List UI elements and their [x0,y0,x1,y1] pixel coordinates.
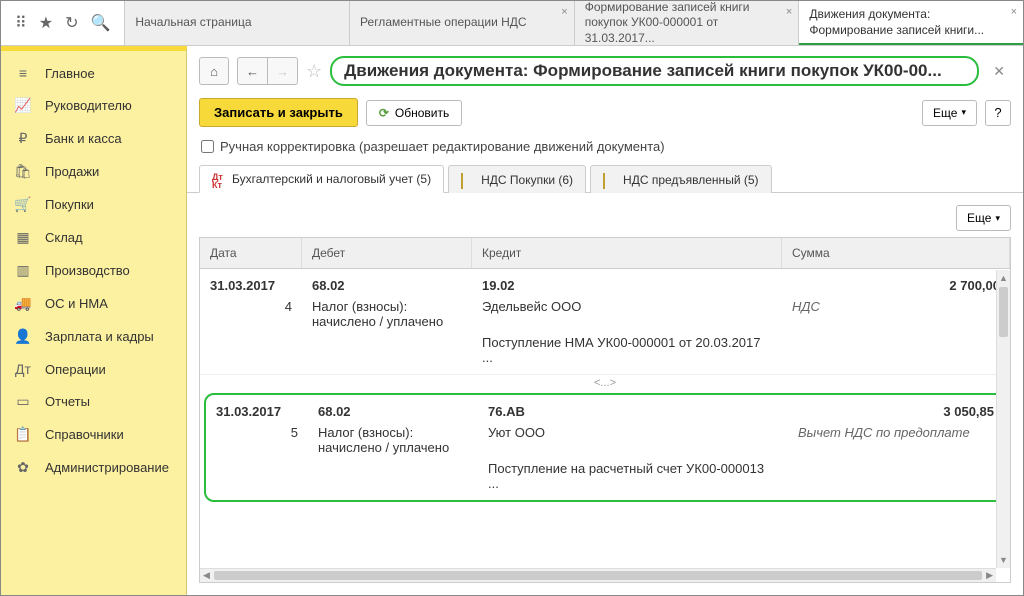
help-button[interactable]: ? [985,100,1011,126]
refresh-button[interactable]: ⟳Обновить [366,100,462,126]
sidebar-label: Главное [45,66,95,81]
apps-icon[interactable]: ⠿ [15,13,27,33]
search-icon[interactable]: 🔍 [90,13,110,33]
sidebar-label: Зарплата и кадры [45,329,154,344]
sidebar-label: Отчеты [45,394,90,409]
sidebar-item-5[interactable]: ▦ Склад [1,221,186,254]
dtkt-icon: ДтКт [212,173,226,185]
inner-tab-0[interactable]: ДтКтБухгалтерский и налоговый учет (5) [199,165,444,193]
sidebar-label: ОС и НМА [45,296,108,311]
col-header-debit[interactable]: Дебет [302,238,472,268]
chevron-down-icon: ▾ [961,107,966,118]
table-row[interactable]: 31.03.201768.0219.022 700,004Налог (взно… [200,269,1010,375]
horizontal-scrollbar[interactable]: ◀▶ [200,568,996,582]
top-tab-3[interactable]: Движения документа:Формирование записей … [798,1,1023,45]
sidebar-icon: 📋 [13,426,33,443]
sidebar-item-7[interactable]: 🚚 ОС и НМА [1,287,186,320]
sidebar-label: Администрирование [45,460,169,475]
sidebar-item-11[interactable]: 📋 Справочники [1,418,186,451]
sidebar-label: Справочники [45,427,124,442]
sidebar-item-6[interactable]: ▥ Производство [1,254,186,287]
sidebar-icon: 🛒 [13,196,33,213]
sidebar-icon: Дт [13,361,33,377]
top-tab-0[interactable]: Начальная страница [124,1,349,45]
manual-correction-checkbox[interactable] [201,140,214,153]
table-row[interactable]: 31.03.201768.0276.АВ3 050,855Налог (взно… [204,393,1006,502]
chevron-down-icon: ▾ [995,213,1000,224]
sidebar-label: Руководителю [45,98,132,113]
doc-icon [603,174,617,186]
more-button[interactable]: Еще▾ [922,100,977,126]
close-icon[interactable]: ✕ [987,63,1011,80]
col-header-sum[interactable]: Сумма [782,238,1010,268]
sidebar-item-12[interactable]: ✿ Администрирование [1,451,186,484]
sidebar-label: Склад [45,230,83,245]
back-button[interactable]: ← [237,57,268,85]
col-header-date[interactable]: Дата [200,238,302,268]
refresh-icon: ⟳ [379,106,389,120]
history-icon[interactable]: ↻ [65,13,78,33]
sidebar-label: Операции [45,362,106,377]
grid-more-button[interactable]: Еще▾ [956,205,1011,231]
sidebar-item-8[interactable]: 👤 Зарплата и кадры [1,320,186,353]
tab-close-icon[interactable]: × [561,5,567,19]
tab-close-icon[interactable]: × [786,5,792,19]
sidebar-item-1[interactable]: 📈 Руководителю [1,89,186,122]
sidebar-label: Банк и касса [45,131,122,146]
sidebar-icon: 📈 [13,97,33,114]
star-icon[interactable]: ★ [39,13,53,33]
sidebar-item-10[interactable]: ▭ Отчеты [1,385,186,418]
home-button[interactable]: ⌂ [199,57,229,85]
col-header-credit[interactable]: Кредит [472,238,782,268]
inner-tab-2[interactable]: НДС предъявленный (5) [590,165,771,193]
page-title: Движения документа: Формирование записей… [330,56,979,86]
inner-tab-1[interactable]: НДС Покупки (6) [448,165,586,193]
sidebar-label: Покупки [45,197,94,212]
save-close-button[interactable]: Записать и закрыть [199,98,358,127]
sidebar-icon: ≡ [13,65,33,81]
row-ellipsis: <...> [200,375,1010,391]
top-tab-2[interactable]: Формирование записей книгипокупок УК00-0… [574,1,799,45]
sidebar-item-9[interactable]: Дт Операции [1,353,186,385]
sidebar-item-3[interactable]: 🛍 Продажи [1,155,186,188]
sidebar-icon: ✿ [13,459,33,476]
sidebar-item-0[interactable]: ≡ Главное [1,57,186,89]
sidebar-icon: 👤 [13,328,33,345]
sidebar-icon: 🛍 [13,163,33,180]
sidebar-item-4[interactable]: 🛒 Покупки [1,188,186,221]
sidebar-icon: ▦ [13,229,33,246]
sidebar-icon: ▭ [13,393,33,410]
manual-correction-label: Ручная корректировка (разрешает редактир… [220,139,665,154]
sidebar-item-2[interactable]: ₽ Банк и касса [1,122,186,155]
tab-close-icon[interactable]: × [1011,5,1017,19]
sidebar-icon: ₽ [13,130,33,147]
doc-icon [461,174,475,186]
sidebar-icon: ▥ [13,262,33,279]
forward-button[interactable]: → [268,57,298,85]
sidebar-label: Производство [45,263,130,278]
sidebar-icon: 🚚 [13,295,33,312]
vertical-scrollbar[interactable]: ▲▼ [996,270,1010,568]
favorite-icon[interactable]: ☆ [306,61,322,82]
top-tab-1[interactable]: Регламентные операции НДС× [349,1,574,45]
sidebar-label: Продажи [45,164,99,179]
